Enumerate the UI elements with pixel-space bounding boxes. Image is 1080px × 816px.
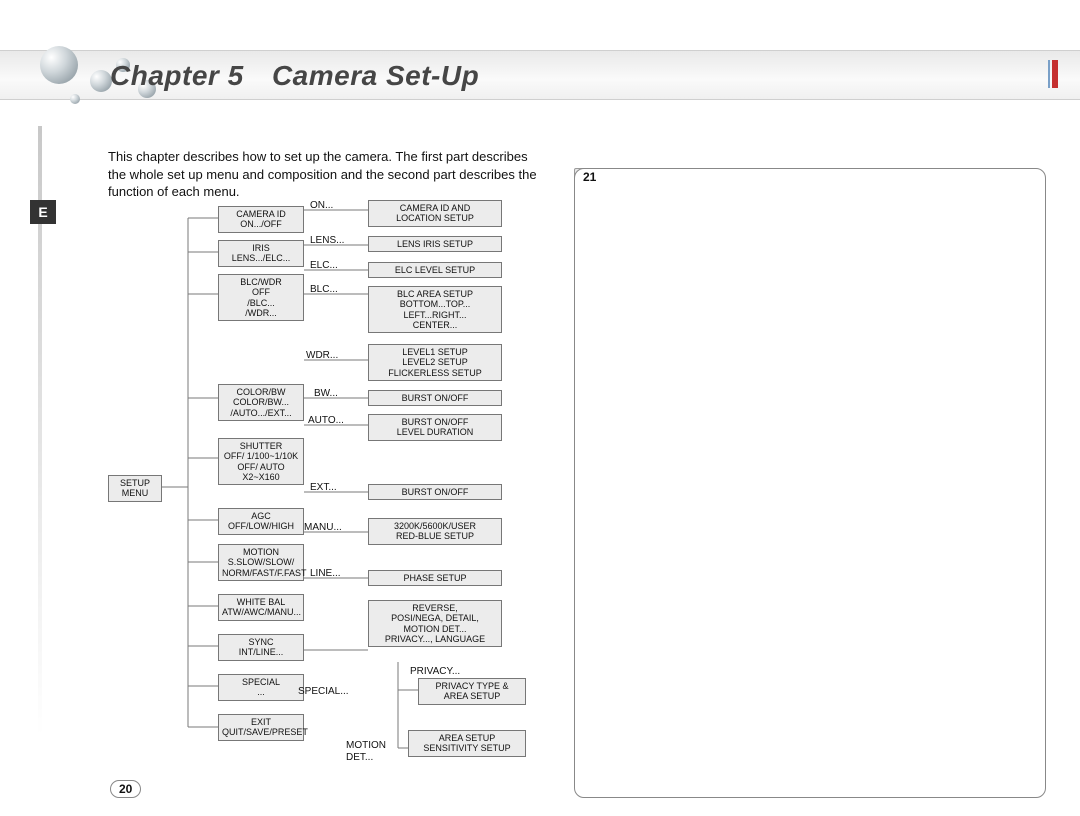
tree-root: SETUP MENU (108, 475, 162, 502)
sub-special: REVERSE,POSI/NEGA, DETAIL,MOTION DET...P… (368, 600, 502, 647)
menu-color-bw: COLOR/BWCOLOR/BW.../AUTO.../EXT... (218, 384, 304, 421)
menu-special: SPECIAL... (218, 674, 304, 701)
label-ext: EXT... (310, 482, 337, 493)
sub-manu-color: 3200K/5600K/USERRED-BLUE SETUP (368, 518, 502, 545)
sub-elc-level: ELC LEVEL SETUP (368, 262, 502, 278)
chapter-number: 5 (228, 60, 244, 91)
sub-blc-area: BLC AREA SETUPBOTTOM...TOP...LEFT...RIGH… (368, 286, 502, 333)
sub-ext-burst: BURST ON/OFF (368, 484, 502, 500)
label-manu: MANU... (304, 522, 342, 533)
sub-privacy: PRIVACY TYPE &AREA SETUP (418, 678, 526, 705)
label-wdr: WDR... (306, 350, 338, 361)
label-elc: ELC... (310, 260, 338, 271)
sub-phase: PHASE SETUP (368, 570, 502, 586)
side-tab-left: E (30, 200, 56, 224)
label-privacy: PRIVACY... (410, 666, 460, 677)
sub-bw-burst: BURST ON/OFF (368, 390, 502, 406)
label-auto: AUTO... (308, 415, 344, 426)
label-blc: BLC... (310, 284, 338, 295)
sub-auto-burst: BURST ON/OFFLEVEL DURATION (368, 414, 502, 441)
sub-motion-det: AREA SETUPSENSITIVITY SETUP (408, 730, 526, 757)
header-accent-blue (1048, 60, 1050, 88)
menu-white-bal: WHITE BALATW/AWC/MANU... (218, 594, 304, 621)
menu-shutter: SHUTTEROFF/ 1/100~1/10KOFF/ AUTOX2~X160 (218, 438, 304, 485)
chapter-title: Camera Set-Up (272, 60, 479, 91)
chapter-label: Chapter (110, 60, 219, 91)
menu-blc-wdr: BLC/WDROFF/BLC.../WDR... (218, 274, 304, 321)
menu-sync: SYNCINT/LINE... (218, 634, 304, 661)
menu-exit: EXITQUIT/SAVE/PRESET (218, 714, 304, 741)
menu-camera-id: CAMERA IDON.../OFF (218, 206, 304, 233)
sub-lens-iris: LENS IRIS SETUP (368, 236, 502, 252)
sub-camera-id-loc: CAMERA ID ANDLOCATION SETUP (368, 200, 502, 227)
label-line: LINE... (310, 568, 341, 579)
header-accent-red (1052, 60, 1058, 88)
sub-wdr-levels: LEVEL1 SETUPLEVEL2 SETUPFLICKERLESS SETU… (368, 344, 502, 381)
label-bw: BW... (314, 388, 338, 399)
label-lens: LENS... (310, 235, 344, 246)
label-motion-det-2: DET... (346, 752, 373, 763)
page-number-left: 20 (110, 780, 141, 798)
intro-text: This chapter describes how to set up the… (108, 148, 538, 201)
menu-agc: AGCOFF/LOW/HIGH (218, 508, 304, 535)
menu-tree-diagram: SETUP MENU CAMERA IDON.../OFF IRISLENS..… (108, 200, 538, 760)
page-number-right: 21 (574, 168, 1046, 798)
chapter-heading: Chapter 5 Camera Set-Up (110, 60, 479, 92)
label-on: ON... (310, 200, 333, 211)
menu-motion: MOTIONS.SLOW/SLOW/NORM/FAST/F.FAST (218, 544, 304, 581)
menu-iris: IRISLENS.../ELC... (218, 240, 304, 267)
label-motion-det-1: MOTION (346, 740, 386, 751)
label-special: SPECIAL... (298, 686, 349, 697)
